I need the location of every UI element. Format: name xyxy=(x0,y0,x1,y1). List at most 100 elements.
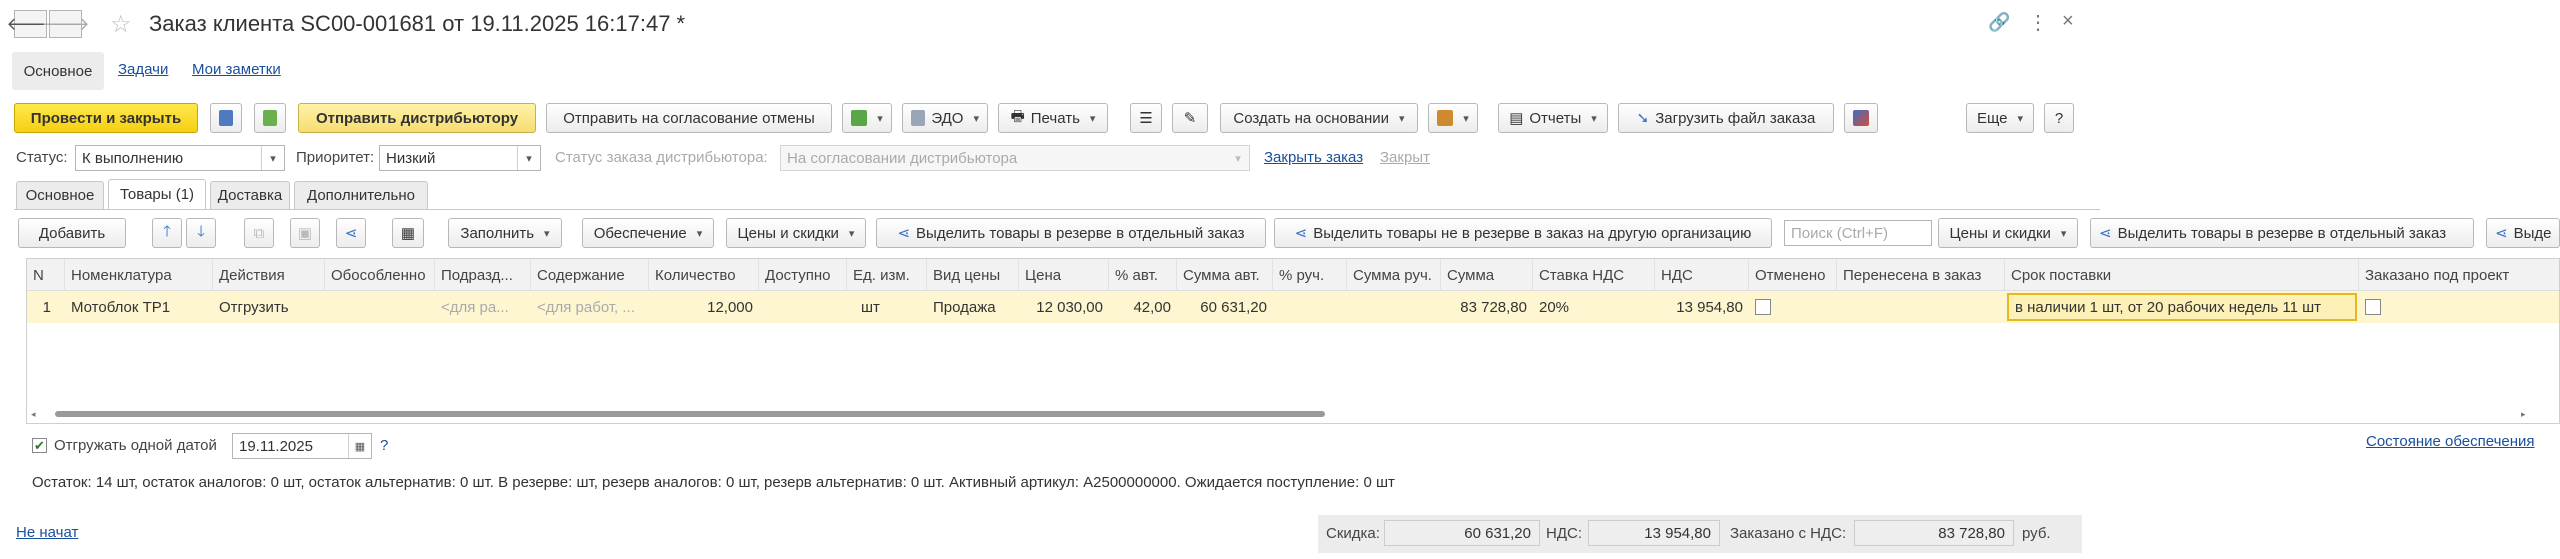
split-button[interactable]: ⋖ xyxy=(336,218,366,248)
not-reserve-other-button[interactable]: ⋖ Выделить товары не в резерве в заказ на… xyxy=(1274,218,1772,248)
column-header[interactable]: Обособленно xyxy=(325,259,435,291)
paste-button[interactable]: ▣ xyxy=(290,218,320,248)
priority-select[interactable]: Низкий ▾ xyxy=(379,145,541,171)
column-header[interactable]: НДС xyxy=(1655,259,1749,291)
cancelled-checkbox[interactable] xyxy=(1755,299,1771,315)
edit-button[interactable]: ✎ xyxy=(1172,103,1208,133)
close-icon[interactable]: × xyxy=(2062,10,2074,33)
cell-content[interactable]: <для работ, ... xyxy=(531,291,649,323)
load-order-file-button[interactable]: ➘ Загрузить файл заказа xyxy=(1618,103,1834,133)
cell-moved[interactable] xyxy=(1837,291,2005,323)
state-link[interactable]: Не начат xyxy=(16,524,78,541)
cell-vat-rate[interactable]: 20% xyxy=(1533,291,1655,323)
cell-pct-manual[interactable] xyxy=(1273,291,1347,323)
status-select[interactable]: К выполнению ▾ xyxy=(75,145,285,171)
more-button[interactable]: Еще xyxy=(1966,103,2034,133)
scrollbar-thumb[interactable] xyxy=(55,411,1325,417)
add-row-button[interactable]: Добавить xyxy=(18,218,126,248)
tab-additional[interactable]: Дополнительно xyxy=(294,181,428,209)
column-header[interactable]: Отменено xyxy=(1749,259,1837,291)
save-button[interactable] xyxy=(210,103,242,133)
column-header[interactable]: Перенесена в заказ xyxy=(1837,259,2005,291)
reserve-separate-button[interactable]: ⋖ Выделить товары в резерве в отдельный з… xyxy=(876,218,1266,248)
create-based-on-button[interactable]: Создать на основании xyxy=(1220,103,1418,133)
prices-discounts-button-2[interactable]: Цены и скидки xyxy=(1938,218,2078,248)
tab-goods[interactable]: Товары (1) xyxy=(108,179,206,209)
column-header[interactable]: Доступно xyxy=(759,259,847,291)
reserve-separate-button-3[interactable]: ⋖ Выде xyxy=(2486,218,2560,248)
column-header[interactable]: N xyxy=(27,259,65,291)
post-button[interactable] xyxy=(254,103,286,133)
related-docs-button[interactable] xyxy=(842,103,892,133)
column-header[interactable]: Подразд... xyxy=(435,259,531,291)
column-header[interactable]: Ставка НДС xyxy=(1533,259,1655,291)
column-header[interactable]: Количество xyxy=(649,259,759,291)
send-distributor-button[interactable]: Отправить дистрибьютору xyxy=(298,103,536,133)
scroll-left-icon[interactable]: ◂ xyxy=(31,409,36,420)
scroll-right-icon[interactable]: ▸ xyxy=(2521,409,2526,420)
prices-discounts-button[interactable]: Цены и скидки xyxy=(726,218,866,248)
cell-delivery[interactable]: в наличии 1 шт, от 20 рабочих недель 11 … xyxy=(2007,293,2357,321)
reports-button[interactable]: ▤ Отчеты xyxy=(1498,103,1608,133)
send-cancel-approval-button[interactable]: Отправить на согласование отмены xyxy=(546,103,832,133)
help-button[interactable]: ? xyxy=(2044,103,2074,133)
column-header[interactable]: % руч. xyxy=(1273,259,1347,291)
column-header[interactable]: Ед. изм. xyxy=(847,259,927,291)
provision-button[interactable]: Обеспечение xyxy=(582,218,714,248)
horizontal-scrollbar[interactable]: ◂ ▸ xyxy=(31,407,2559,419)
forward-button[interactable]: 🡒 xyxy=(41,10,90,38)
cell-price-type[interactable]: Продажа xyxy=(927,291,1019,323)
cell-unit[interactable]: шт xyxy=(847,291,927,323)
cell-price[interactable]: 12 030,00 xyxy=(1019,291,1109,323)
copy-button[interactable]: ⧉ xyxy=(244,218,274,248)
print-button[interactable]: 🖶 Печать xyxy=(998,103,1108,133)
cell-separate[interactable] xyxy=(325,291,435,323)
column-header[interactable]: Сумма авт. xyxy=(1177,259,1273,291)
cell-item[interactable]: Мотоблок ТР1 xyxy=(65,291,213,323)
cell-vat[interactable]: 13 954,80 xyxy=(1655,291,1749,323)
cell-cancelled[interactable] xyxy=(1749,291,1837,323)
nav-tab-tasks[interactable]: Задачи xyxy=(118,61,168,78)
project-checkbox[interactable] xyxy=(2365,299,2381,315)
cell-qty[interactable]: 12,000 xyxy=(649,291,759,323)
table-row[interactable]: 1 Мотоблок ТР1 Отгрузить <для ра... <для… xyxy=(27,291,2559,323)
list-button[interactable]: ☰ xyxy=(1130,103,1162,133)
provision-state-link[interactable]: Состояние обеспечения xyxy=(2366,433,2535,450)
nav-tab-main[interactable]: Основное xyxy=(12,52,104,90)
column-header[interactable]: Сумма xyxy=(1441,259,1533,291)
favorite-star-icon[interactable]: ☆ xyxy=(110,10,132,39)
ship-date-input[interactable]: 19.11.2025 ▦ xyxy=(232,433,372,459)
search-input[interactable]: Поиск (Ctrl+F) xyxy=(1784,220,1932,246)
column-header[interactable]: Номенклатура xyxy=(65,259,213,291)
barcode-button[interactable]: ▦ xyxy=(392,218,424,248)
edo-button[interactable]: ЭДО xyxy=(902,103,988,133)
fill-button[interactable]: Заполнить xyxy=(448,218,562,248)
close-order-link[interactable]: Закрыть заказ xyxy=(1264,149,1363,166)
link-icon[interactable]: 🔗 xyxy=(1988,12,2010,33)
column-header[interactable]: Действия xyxy=(213,259,325,291)
more-menu-icon[interactable]: ⋮ xyxy=(2028,10,2048,35)
tab-delivery[interactable]: Доставка xyxy=(210,181,290,209)
cell-dept[interactable]: <для ра... xyxy=(435,291,531,323)
column-header[interactable]: % авт. xyxy=(1109,259,1177,291)
nav-tab-notes[interactable]: Мои заметки xyxy=(192,61,281,78)
column-header[interactable]: Вид цены xyxy=(927,259,1019,291)
users-button[interactable] xyxy=(1428,103,1478,133)
column-header[interactable]: Цена xyxy=(1019,259,1109,291)
tab-main[interactable]: Основное xyxy=(16,181,104,209)
cell-sum[interactable]: 83 728,80 xyxy=(1441,291,1533,323)
help-link[interactable]: ? xyxy=(380,437,388,454)
ship-one-date-checkbox[interactable]: ✔ xyxy=(32,438,47,453)
column-header[interactable]: Заказано под проект xyxy=(2359,259,2559,291)
post-and-close-button[interactable]: Провести и закрыть xyxy=(14,103,198,133)
column-header[interactable]: Сумма руч. xyxy=(1347,259,1441,291)
move-up-button[interactable]: 🡑 xyxy=(152,218,182,248)
calendar-icon[interactable]: ▦ xyxy=(348,434,371,458)
special-action-button[interactable] xyxy=(1844,103,1878,133)
cell-action[interactable]: Отгрузить xyxy=(213,291,325,323)
column-header[interactable]: Срок поставки xyxy=(2005,259,2359,291)
move-down-button[interactable]: 🡓 xyxy=(186,218,216,248)
cell-project[interactable] xyxy=(2359,291,2559,323)
cell-sum-manual[interactable] xyxy=(1347,291,1441,323)
column-header[interactable]: Содержание xyxy=(531,259,649,291)
